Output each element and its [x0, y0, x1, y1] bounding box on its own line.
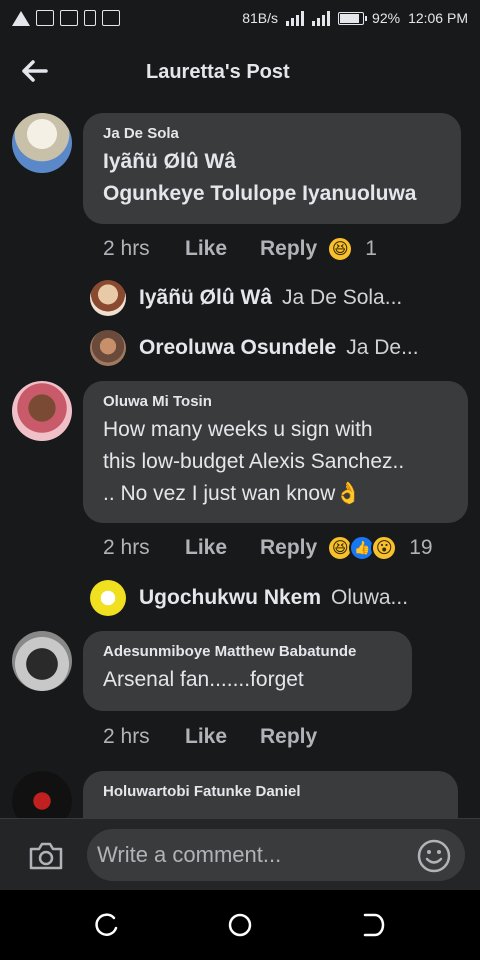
comment-author[interactable]: Oluwa Mi Tosin	[103, 393, 448, 410]
comment-text-line: Arsenal fan.......forget	[103, 668, 304, 691]
avatar	[90, 280, 126, 316]
comment-bubble[interactable]: Holuwartobi Fatunke Daniel	[83, 771, 458, 818]
status-bar: 81B/s 92% 12:06 PM	[0, 0, 480, 36]
reactions[interactable]: 😆 👍 😮 19	[327, 535, 433, 561]
reply-button[interactable]: Reply	[260, 237, 317, 261]
reply-preview[interactable]: Iyãñü Ølû Wâ Ja De Sola...	[90, 280, 402, 316]
emoji-icon[interactable]	[417, 839, 451, 873]
like-button[interactable]: Like	[185, 725, 260, 749]
network-speed: 81B/s	[242, 10, 279, 26]
reactions[interactable]: 😆 1	[327, 236, 377, 262]
arrow-left-icon	[22, 60, 48, 82]
comment-text-line: this low-budget Alexis Sanchez..	[103, 450, 405, 473]
reply-button[interactable]: Reply	[260, 725, 317, 749]
reply-author: Iyãñü Ølû Wâ	[139, 286, 273, 309]
comment-actions: 2 hrs Like Reply 😆 👍 😮 19	[103, 535, 433, 561]
comment-time[interactable]: 2 hrs	[103, 725, 185, 749]
comment-text-line: How many weeks u sign with	[103, 418, 373, 441]
comment-author[interactable]: Adesunmiboye Matthew Babatunde	[103, 643, 392, 660]
battery-percent: 92%	[372, 10, 401, 26]
reaction-count: 19	[409, 536, 433, 559]
battery-saver-icon	[84, 10, 96, 26]
reply-button[interactable]: Reply	[260, 536, 317, 560]
haha-reaction-icon: 😆	[327, 236, 354, 262]
page-title: Lauretta's Post	[146, 61, 290, 83]
reaction-count: 1	[365, 237, 377, 260]
comment-actions: 2 hrs Like Reply 😆 1	[103, 236, 377, 262]
reply-snippet: Oluwa...	[331, 586, 409, 609]
comment-mention[interactable]: Iyãñü Ølû Wâ	[103, 146, 441, 178]
signal-icon	[286, 10, 305, 26]
reply-preview[interactable]: Ugochukwu Nkem Oluwa...	[90, 580, 408, 616]
comment-bubble[interactable]: Ja De Sola Iyãñü Ølû Wâ Ogunkeye Tolulop…	[83, 113, 461, 224]
back-nav-icon[interactable]	[360, 912, 386, 938]
reply-snippet: Ja De Sola...	[282, 286, 403, 309]
avatar[interactable]	[12, 113, 72, 173]
avatar[interactable]	[12, 771, 72, 818]
comment-composer: Write a comment...	[0, 818, 480, 890]
activity-icon	[102, 10, 120, 26]
comment-author[interactable]: Ja De Sola	[103, 125, 441, 142]
comment-time[interactable]: 2 hrs	[103, 237, 185, 261]
cast-icon	[60, 10, 78, 26]
like-button[interactable]: Like	[185, 536, 260, 560]
reply-snippet: Ja De...	[346, 336, 419, 359]
comment-bubble[interactable]: Oluwa Mi Tosin How many weeks u sign wit…	[83, 381, 468, 523]
reply-author: Ugochukwu Nkem	[139, 586, 322, 609]
reply-author: Oreoluwa Osundele	[139, 336, 337, 359]
avatar[interactable]	[12, 631, 72, 691]
back-button[interactable]	[20, 56, 50, 86]
comment-author[interactable]: Holuwartobi Fatunke Daniel	[103, 783, 438, 800]
like-button[interactable]: Like	[185, 237, 260, 261]
notification-icons	[12, 10, 120, 26]
avatar[interactable]	[12, 381, 72, 441]
system-nav-bar	[0, 890, 480, 960]
comment-input[interactable]: Write a comment...	[87, 829, 465, 881]
avatar	[90, 330, 126, 366]
news-icon	[36, 10, 54, 26]
recent-apps-icon[interactable]	[94, 912, 120, 938]
comment-actions: 2 hrs Like Reply	[103, 725, 327, 749]
warning-icon	[12, 10, 30, 26]
signal-3g-icon	[312, 10, 331, 26]
comment-input-placeholder: Write a comment...	[97, 842, 282, 867]
comment-text-line: .. No vez I just wan know👌	[103, 482, 362, 505]
comment-list: Ja De Sola Iyãñü Ølû Wâ Ogunkeye Tolulop…	[0, 110, 480, 818]
wow-reaction-icon: 😮	[371, 535, 398, 561]
comment-bubble[interactable]: Adesunmiboye Matthew Babatunde Arsenal f…	[83, 631, 412, 711]
reply-preview[interactable]: Oreoluwa Osundele Ja De...	[90, 330, 419, 366]
comment-mention[interactable]: Ogunkeye Tolulope Iyanuoluwa	[103, 178, 441, 210]
home-icon[interactable]	[227, 912, 253, 938]
header: Lauretta's Post	[0, 36, 480, 110]
camera-icon[interactable]	[28, 841, 64, 871]
comment-time[interactable]: 2 hrs	[103, 536, 185, 560]
battery-icon	[338, 11, 368, 25]
avatar	[90, 580, 126, 616]
clock: 12:06 PM	[408, 10, 468, 26]
